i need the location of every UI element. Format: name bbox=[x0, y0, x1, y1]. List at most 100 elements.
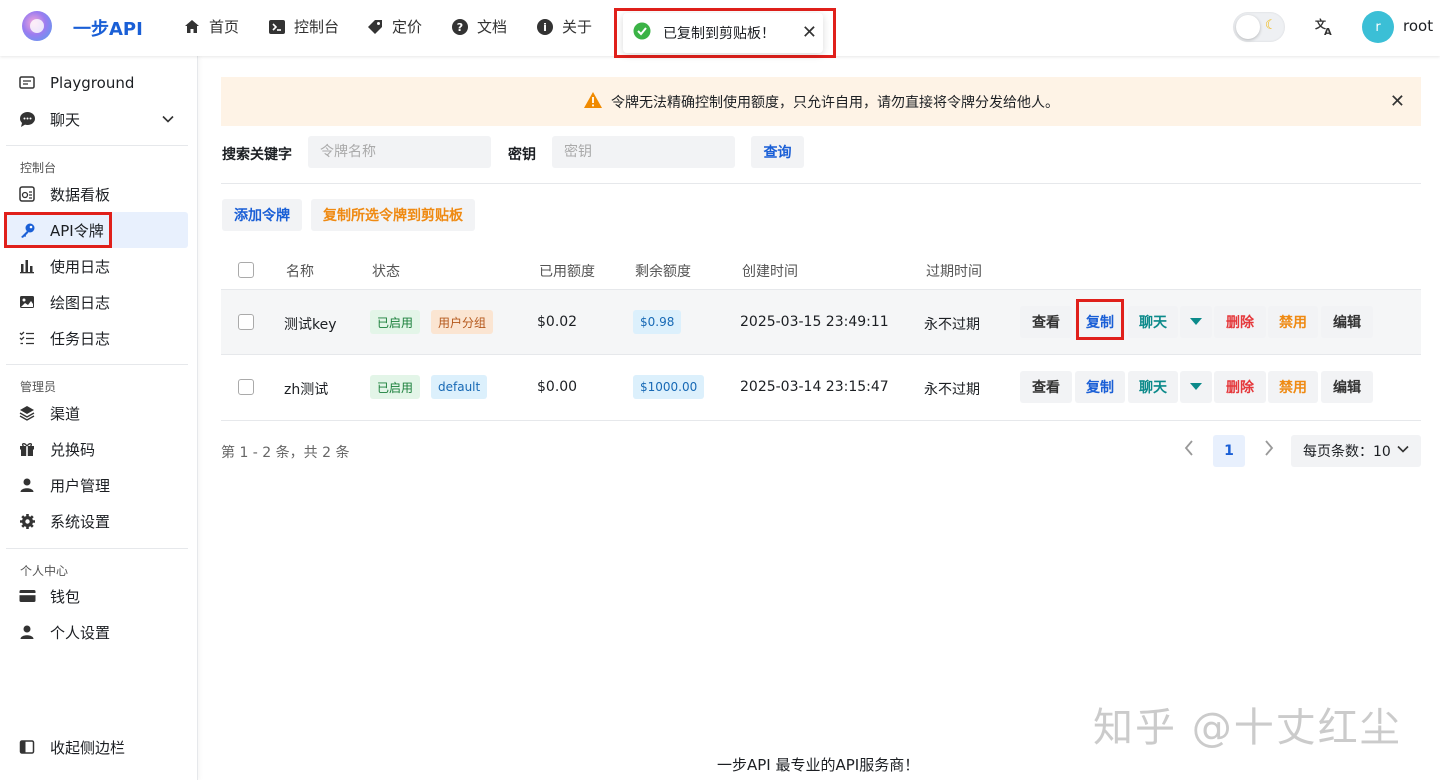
delete-button[interactable]: 删除 bbox=[1214, 371, 1266, 403]
row-checkbox[interactable] bbox=[238, 314, 254, 330]
footer-text: 一步API 最专业的API服务商！ bbox=[717, 756, 920, 774]
chevron-down-icon bbox=[162, 111, 174, 129]
edit-button[interactable]: 编辑 bbox=[1321, 371, 1373, 403]
sidebar-item-label: Playground bbox=[50, 74, 135, 92]
nav-console-label: 控制台 bbox=[294, 18, 340, 36]
page-button-current[interactable]: 1 bbox=[1213, 435, 1245, 467]
info-icon: i bbox=[536, 18, 554, 36]
status-badge: 已启用 bbox=[370, 375, 421, 399]
top-header: 一步API 首页 控制台 定价 ? 文档 i 关于 已复制到剪贴板！ ✕ ☾ 文… bbox=[0, 0, 1440, 58]
sidebar-item-dashboard[interactable]: 数据看板 bbox=[6, 176, 188, 212]
image-icon bbox=[18, 293, 36, 311]
sidebar-divider bbox=[6, 364, 188, 365]
expire-time: 永不过期 bbox=[924, 382, 980, 398]
sidebar-collapse-label: 收起侧边栏 bbox=[50, 738, 126, 757]
sidebar-divider bbox=[6, 548, 188, 549]
divider bbox=[221, 420, 1421, 421]
toast-message: 已复制到剪贴板！ bbox=[663, 26, 775, 42]
chevron-left-icon[interactable] bbox=[1183, 440, 1195, 461]
row-checkbox[interactable] bbox=[238, 379, 254, 395]
nav-about[interactable]: i 关于 bbox=[536, 16, 592, 37]
chat-bubble-icon bbox=[18, 110, 36, 128]
nav-pricing[interactable]: 定价 bbox=[366, 16, 422, 37]
disable-button[interactable]: 禁用 bbox=[1268, 306, 1318, 338]
key-label: 密钥 bbox=[508, 147, 536, 163]
chat-button[interactable]: 聊天 bbox=[1128, 371, 1178, 403]
sidebar-group-console: 控制台 bbox=[20, 161, 57, 175]
sidebar-item-redeem-codes[interactable]: 兑换码 bbox=[6, 431, 188, 467]
sidebar-item-channels[interactable]: 渠道 bbox=[6, 395, 188, 431]
sidebar-collapse-icon bbox=[18, 738, 36, 756]
copy-button[interactable]: 复制 bbox=[1075, 371, 1125, 403]
created-time: 2025-03-15 23:49:11 bbox=[740, 314, 889, 330]
nav-docs[interactable]: ? 文档 bbox=[451, 16, 507, 37]
sidebar: Playground 聊天 控制台 数据看板 API令牌 使用日志 绘图日志 任… bbox=[0, 56, 198, 780]
sidebar-item-label: 系统设置 bbox=[50, 512, 111, 531]
view-button[interactable]: 查看 bbox=[1020, 371, 1072, 403]
nav-console[interactable]: 控制台 bbox=[268, 16, 339, 37]
translate-icon[interactable]: 文A bbox=[1314, 16, 1334, 40]
watermark: 知乎 @十丈红尘 bbox=[1093, 705, 1402, 751]
divider bbox=[221, 183, 1421, 184]
chat-button[interactable]: 聊天 bbox=[1128, 306, 1178, 338]
keyword-input[interactable] bbox=[308, 136, 491, 168]
toast-highlight-frame: 已复制到剪贴板！ ✕ bbox=[614, 8, 836, 58]
select-all-checkbox[interactable] bbox=[238, 262, 254, 278]
help-icon: ? bbox=[451, 18, 469, 36]
user-name[interactable]: root bbox=[1403, 17, 1433, 35]
copy-selected-button[interactable]: 复制所选令牌到剪贴板 bbox=[311, 199, 475, 231]
sidebar-item-label: 聊天 bbox=[50, 110, 81, 129]
disable-button[interactable]: 禁用 bbox=[1268, 371, 1318, 403]
caret-down-icon bbox=[1190, 314, 1202, 330]
used-quota: $0.02 bbox=[537, 314, 578, 330]
sidebar-item-drawing-logs[interactable]: 绘图日志 bbox=[6, 284, 188, 320]
page-size-label: 每页条数：10 bbox=[1303, 444, 1391, 460]
chevron-down-icon bbox=[1397, 443, 1409, 459]
moon-icon: ☾ bbox=[1265, 18, 1277, 33]
theme-toggle[interactable]: ☾ bbox=[1233, 12, 1285, 42]
page-size-select[interactable]: 每页条数：10 bbox=[1291, 435, 1421, 467]
sidebar-item-chat[interactable]: 聊天 bbox=[6, 101, 188, 137]
nav-pricing-label: 定价 bbox=[392, 18, 423, 36]
edit-button[interactable]: 编辑 bbox=[1321, 306, 1373, 338]
key-input[interactable] bbox=[552, 136, 735, 168]
chevron-right-icon[interactable] bbox=[1263, 440, 1275, 461]
logo-icon[interactable] bbox=[22, 11, 52, 41]
nav-home[interactable]: 首页 bbox=[183, 16, 239, 37]
sidebar-item-label: 兑换码 bbox=[50, 440, 96, 459]
chat-dropdown-button[interactable] bbox=[1180, 306, 1212, 338]
gear-icon bbox=[18, 512, 36, 530]
nav-docs-label: 文档 bbox=[477, 18, 508, 36]
warning-banner: 令牌无法精确控制使用额度，只允许自用，请勿直接将令牌分发给他人。 ✕ bbox=[221, 77, 1421, 126]
sidebar-item-system-settings[interactable]: 系统设置 bbox=[6, 503, 188, 539]
sidebar-collapse-button[interactable]: 收起侧边栏 bbox=[6, 729, 188, 765]
close-icon[interactable]: ✕ bbox=[802, 22, 817, 43]
svg-text:A: A bbox=[1324, 27, 1332, 36]
home-icon bbox=[183, 18, 201, 36]
sidebar-item-personal-settings[interactable]: 个人设置 bbox=[6, 614, 188, 650]
sidebar-group-admin: 管理员 bbox=[20, 380, 57, 394]
sidebar-item-label: 个人设置 bbox=[50, 623, 111, 642]
sidebar-item-usage-logs[interactable]: 使用日志 bbox=[6, 248, 188, 284]
tag-icon bbox=[366, 18, 384, 36]
created-time: 2025-03-14 23:15:47 bbox=[740, 379, 889, 395]
nav-home-label: 首页 bbox=[209, 18, 240, 36]
sidebar-item-task-logs[interactable]: 任务日志 bbox=[6, 320, 188, 356]
sidebar-item-wallet[interactable]: 钱包 bbox=[6, 578, 188, 614]
sidebar-item-playground[interactable]: Playground bbox=[6, 65, 188, 101]
pagination-summary: 第 1 - 2 条，共 2 条 bbox=[221, 445, 350, 461]
sidebar-item-label: 使用日志 bbox=[50, 257, 111, 276]
add-token-button[interactable]: 添加令牌 bbox=[222, 199, 302, 231]
query-button[interactable]: 查询 bbox=[751, 136, 804, 168]
avatar[interactable]: r bbox=[1362, 11, 1394, 43]
delete-button[interactable]: 删除 bbox=[1214, 306, 1266, 338]
brand-name[interactable]: 一步API bbox=[73, 15, 143, 41]
warning-icon bbox=[583, 91, 603, 113]
used-quota: $0.00 bbox=[537, 379, 578, 395]
card-icon bbox=[18, 587, 36, 605]
sidebar-item-user-management[interactable]: 用户管理 bbox=[6, 467, 188, 503]
toast-notification: 已复制到剪贴板！ ✕ bbox=[623, 13, 823, 53]
chat-dropdown-button[interactable] bbox=[1180, 371, 1212, 403]
close-icon[interactable]: ✕ bbox=[1390, 91, 1405, 112]
view-button[interactable]: 查看 bbox=[1020, 306, 1072, 338]
